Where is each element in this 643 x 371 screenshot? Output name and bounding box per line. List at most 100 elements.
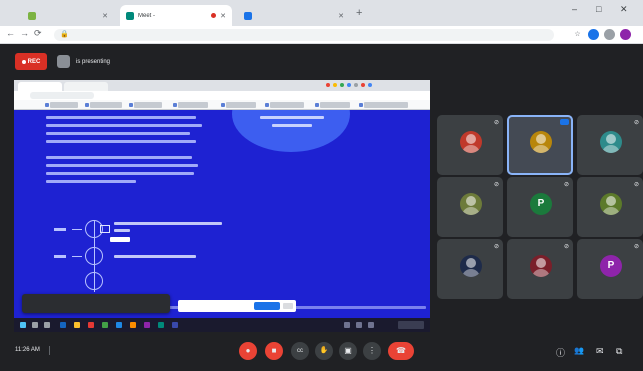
- speaking-indicator-icon: [560, 119, 569, 125]
- taskbar-icon: [44, 322, 50, 328]
- camera-off-button[interactable]: ■: [265, 342, 283, 360]
- mic-off-icon: ⊘: [493, 120, 499, 126]
- slide-paragraph-line: [46, 132, 190, 135]
- shared-browser-tabs: [14, 80, 430, 91]
- presenter-chip[interactable]: is presenting: [57, 53, 110, 70]
- participant-avatar: [600, 193, 622, 215]
- forward-arrow-icon[interactable]: →: [20, 28, 29, 38]
- mic-off-icon: ⊘: [493, 244, 499, 250]
- recording-dot-icon: [21, 59, 26, 64]
- timeline-connector: [72, 256, 82, 257]
- phone-end-icon: ☎: [396, 346, 406, 355]
- shared-screen[interactable]: [14, 80, 430, 332]
- lock-icon: 🔒: [60, 31, 69, 38]
- leave-call-button[interactable]: ☎: [388, 342, 414, 360]
- participant-avatar: [460, 255, 482, 277]
- timeline-node-icon: [100, 225, 110, 233]
- bookmark-item: [173, 102, 208, 108]
- taskbar-clock: [398, 321, 424, 329]
- reload-icon[interactable]: ⟳: [34, 28, 42, 39]
- participant-tile[interactable]: P ⊘: [577, 239, 643, 299]
- participant-tile-speaking[interactable]: [507, 115, 573, 175]
- tab-favicon-icon: [28, 11, 36, 20]
- tab-close-icon[interactable]: ✕: [338, 12, 344, 20]
- hand-icon: ✋: [319, 347, 329, 354]
- browser-toolbar: ← → ⟳ 🔒 ☆: [0, 26, 643, 44]
- taskbar-icon: [32, 322, 38, 328]
- present-icon: ▣: [344, 346, 352, 355]
- participant-tile[interactable]: ⊘: [577, 177, 643, 237]
- minimize-button[interactable]: –: [572, 4, 577, 14]
- participant-tile[interactable]: ⊘: [437, 177, 503, 237]
- recording-badge: REC: [15, 53, 47, 70]
- taskbar-icon: [144, 322, 150, 328]
- address-bar[interactable]: 🔒: [54, 29, 554, 41]
- chat-icon[interactable]: ✉: [596, 346, 604, 357]
- close-window-button[interactable]: ✕: [620, 4, 628, 15]
- timeline-text: [114, 255, 196, 258]
- present-button[interactable]: ▣: [339, 342, 357, 360]
- participant-avatar: [530, 131, 552, 153]
- slide-paragraph-line: [46, 116, 196, 119]
- star-icon[interactable]: ☆: [572, 29, 583, 40]
- browser-tab[interactable]: ✕: [22, 5, 114, 26]
- taskbar-icon: [130, 322, 136, 328]
- bookmark-item: [85, 102, 122, 108]
- people-icon[interactable]: 👥: [574, 346, 584, 355]
- browser-tab-strip: ✕ Meet - ✕ ✕ + – □ ✕: [0, 0, 643, 26]
- timeline-year: [54, 255, 66, 258]
- tab-favicon-icon: [244, 11, 252, 20]
- maximize-button[interactable]: □: [596, 4, 601, 14]
- slide-paragraph-line: [46, 164, 198, 167]
- shared-address-bar: [14, 91, 430, 100]
- participant-tile[interactable]: ⊘: [437, 239, 503, 299]
- activities-icon[interactable]: ⧉: [616, 346, 622, 357]
- participant-tile[interactable]: ⊘: [437, 115, 503, 175]
- taskbar-icon: [172, 322, 178, 328]
- slide-paragraph-line: [46, 140, 196, 143]
- camera-off-icon: ■: [271, 346, 277, 355]
- windows-start-icon: [20, 322, 26, 328]
- timeline-text: [114, 229, 130, 232]
- shared-tab: [64, 82, 108, 91]
- presenter-avatar: [57, 55, 70, 68]
- browser-tab-active[interactable]: Meet - ✕: [120, 5, 232, 26]
- slide-callout-text: [260, 116, 324, 119]
- slide-paragraph-line: [46, 156, 192, 159]
- slide-callout-text: [272, 124, 312, 127]
- tab-close-icon[interactable]: ✕: [102, 12, 108, 20]
- mic-off-icon: ⊘: [633, 244, 639, 250]
- taskbar-icon: [102, 322, 108, 328]
- info-icon[interactable]: ⓘ: [556, 346, 565, 359]
- mic-off-button[interactable]: ●: [239, 342, 257, 360]
- participant-avatar: P: [600, 255, 622, 277]
- participant-avatar: [600, 131, 622, 153]
- new-tab-button[interactable]: +: [356, 7, 362, 19]
- participant-tile[interactable]: ⊘: [577, 115, 643, 175]
- taskbar-icon: [88, 322, 94, 328]
- raise-hand-button[interactable]: ✋: [315, 342, 333, 360]
- captions-button[interactable]: cc: [291, 342, 309, 360]
- extension-icon[interactable]: [604, 29, 615, 40]
- divider: [49, 346, 50, 355]
- extension-icon[interactable]: [588, 29, 599, 40]
- shared-bookmarks-bar: [14, 100, 430, 110]
- presentation-slide: [14, 110, 430, 318]
- recording-label: REC: [27, 58, 41, 65]
- participant-avatar: [460, 193, 482, 215]
- participant-tile[interactable]: P ⊘: [507, 177, 573, 237]
- avatar-initial: P: [607, 260, 615, 271]
- tab-close-icon[interactable]: ✕: [220, 12, 226, 20]
- taskbar-icon: [116, 322, 122, 328]
- meet-window: ✕ Meet - ✕ ✕ + – □ ✕ ← → ⟳ 🔒 ☆ REC is pr…: [0, 0, 643, 371]
- more-options-button[interactable]: ⋮: [363, 342, 381, 360]
- timeline-connector: [72, 229, 82, 230]
- participant-avatar: [460, 131, 482, 153]
- participant-tile[interactable]: ⊘: [507, 239, 573, 299]
- browser-tab[interactable]: ✕: [238, 5, 350, 26]
- timeline-node: [85, 247, 103, 265]
- timeline-year: [54, 228, 66, 231]
- profile-avatar-icon[interactable]: [620, 29, 631, 40]
- slide-paragraph-line: [46, 172, 194, 175]
- back-arrow-icon[interactable]: ←: [6, 28, 15, 38]
